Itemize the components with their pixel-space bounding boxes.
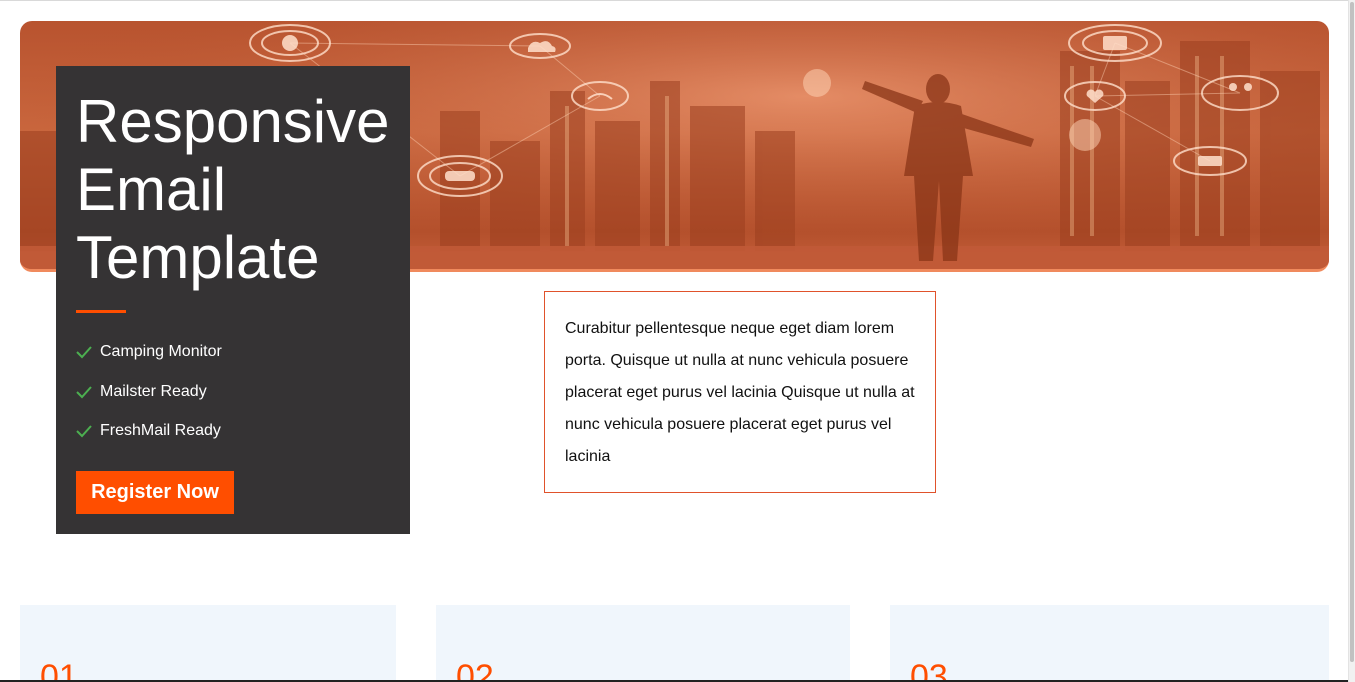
check-icon <box>76 425 92 438</box>
top-divider <box>0 0 1349 1</box>
check-icon <box>76 385 92 398</box>
hero-card: Responsive Email Template Camping Monito… <box>56 66 410 534</box>
description-box: Curabitur pellentesque neque eget diam l… <box>544 291 936 493</box>
feature-label: Camping Monitor <box>100 343 222 360</box>
vertical-scrollbar[interactable] <box>1348 0 1355 682</box>
step-panel-2: 02 <box>436 605 850 682</box>
feature-label: FreshMail Ready <box>100 422 221 439</box>
title-underline <box>76 310 126 313</box>
step-number: 01 <box>40 658 78 682</box>
feature-label: Mailster Ready <box>100 382 207 400</box>
page: Responsive Email Template Camping Monito… <box>0 0 1355 682</box>
feature-item: FreshMail Ready <box>76 421 222 441</box>
step-panel-1: 01 <box>20 605 396 682</box>
title-line-1: Responsive <box>76 88 390 155</box>
feature-item: Mailster Ready <box>76 382 222 402</box>
title-line-3: Template <box>76 224 320 291</box>
description-text: Curabitur pellentesque neque eget diam l… <box>565 320 915 465</box>
feature-list: Camping Monitor Mailster Ready FreshMail… <box>76 342 222 461</box>
title-line-2: Email <box>76 156 227 223</box>
check-icon <box>76 346 92 359</box>
page-title: Responsive Email Template <box>76 88 406 292</box>
step-panel-3: 03 <box>890 605 1329 682</box>
scrollbar-thumb[interactable] <box>1350 2 1354 662</box>
step-number: 02 <box>456 658 494 682</box>
register-now-button[interactable]: Register Now <box>76 471 234 514</box>
step-number: 03 <box>910 658 948 682</box>
feature-item: Camping Monitor <box>76 342 222 362</box>
